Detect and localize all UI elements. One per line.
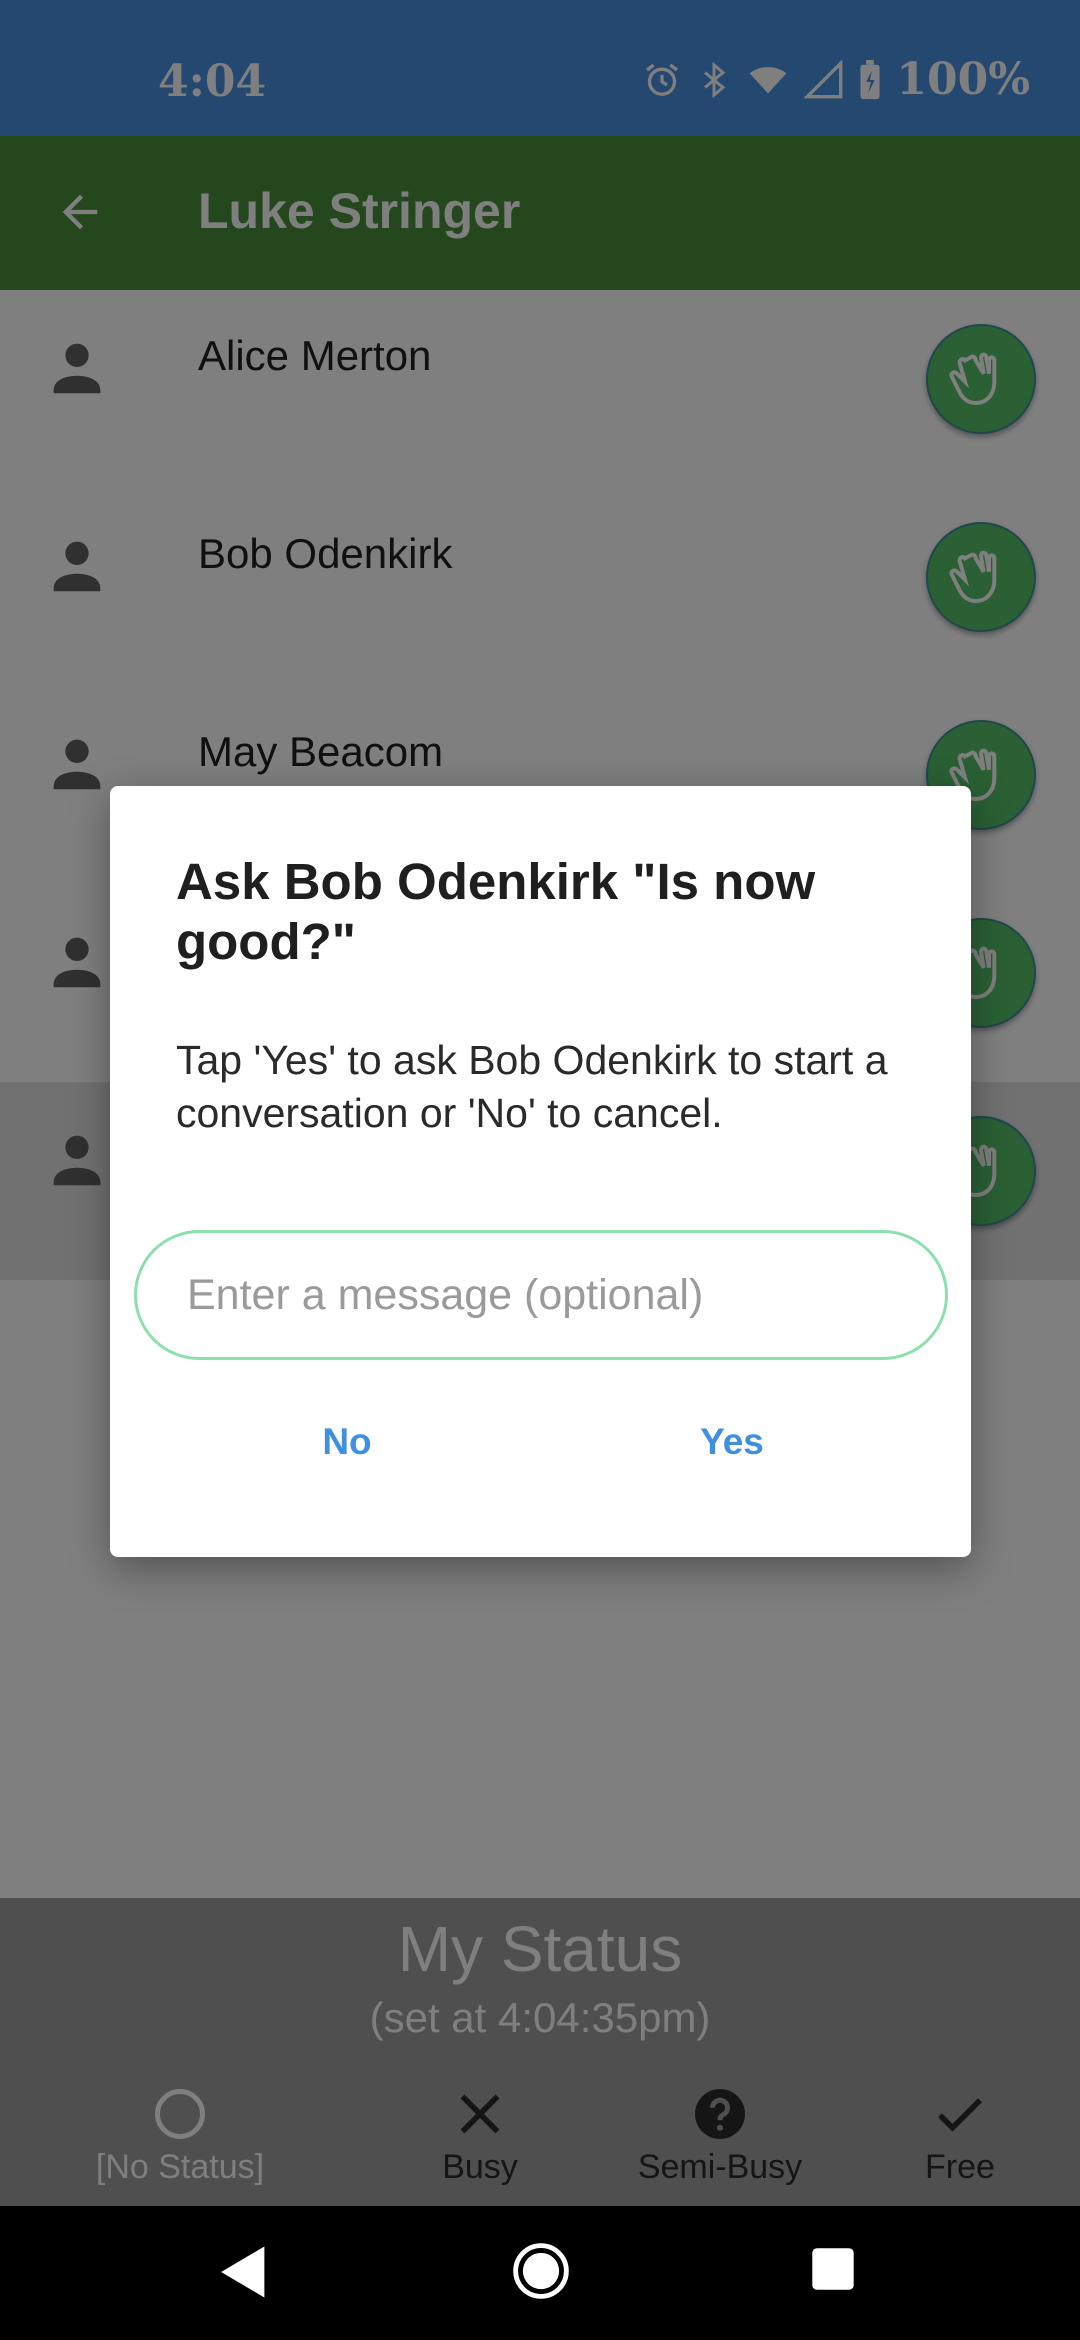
ask-dialog: Ask Bob Odenkirk "Is now good?" Tap 'Yes… [110, 786, 971, 1557]
yes-button[interactable]: Yes [622, 1396, 842, 1486]
nav-home-icon[interactable] [512, 2242, 570, 2300]
nav-recents-icon[interactable] [810, 2246, 856, 2292]
message-input[interactable] [134, 1230, 948, 1360]
dialog-title: Ask Bob Odenkirk "Is now good?" [176, 853, 816, 970]
nav-back-icon[interactable] [218, 2244, 270, 2300]
dialog-body: Tap 'Yes' to ask Bob Odenkirk to start a… [176, 1037, 888, 1136]
no-button[interactable]: No [237, 1396, 457, 1486]
system-nav-bar [0, 2206, 1080, 2340]
